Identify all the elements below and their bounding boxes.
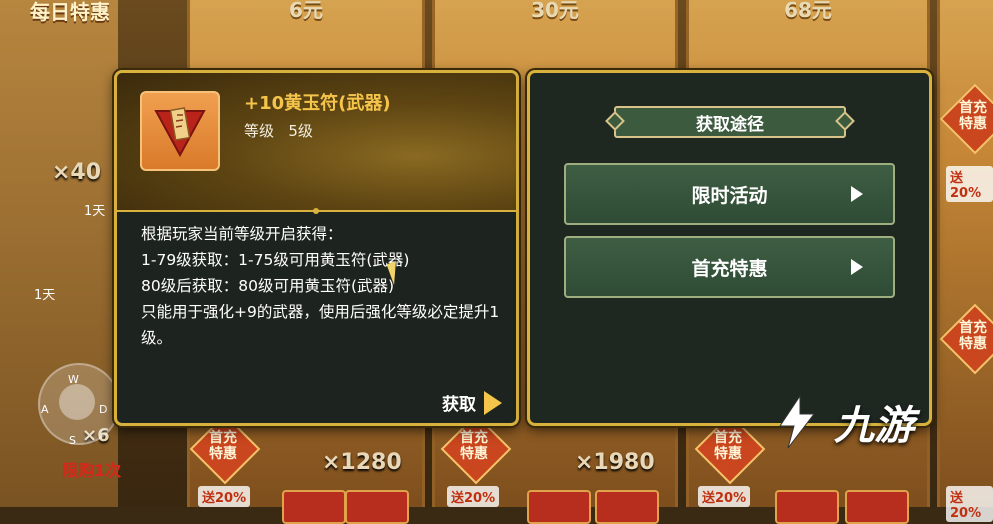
- purchase-limit-label: 限购1次: [62, 461, 122, 480]
- obtain-label: 获取: [442, 395, 476, 415]
- buy-button[interactable]: [527, 490, 591, 524]
- badge-label: 首充 特惠: [959, 320, 987, 352]
- ornament-left-icon: [605, 111, 625, 131]
- divider-ornament: [117, 208, 516, 214]
- virtual-joystick[interactable]: [38, 363, 120, 445]
- source-limited-event-button[interactable]: 限时活动: [564, 163, 895, 225]
- joystick-key-s: S: [69, 434, 76, 447]
- ornament-right-icon: [835, 111, 855, 131]
- badge-label: 首充 特惠: [714, 430, 742, 462]
- joystick-key-d: D: [99, 403, 108, 416]
- bonus-label: 送20%: [198, 486, 251, 507]
- daily-deal-title: 每日特惠: [30, 0, 110, 24]
- buy-button[interactable]: [775, 490, 839, 524]
- price-label: 30元: [531, 0, 579, 22]
- jiuyou-logo: 九游: [768, 392, 914, 452]
- bonus-label: 送20%: [946, 486, 993, 522]
- price-label: 6元: [289, 0, 323, 22]
- buy-button[interactable]: [345, 490, 409, 524]
- source-first-recharge-button[interactable]: 首充特惠: [564, 236, 895, 298]
- badge-label: 首充 特惠: [209, 430, 237, 462]
- source-title: 获取途径: [696, 114, 764, 135]
- item-quantity: ×1280: [322, 450, 402, 475]
- badge-label: 首充 特惠: [959, 100, 987, 132]
- buy-button[interactable]: [595, 490, 659, 524]
- obtain-source-panel: 获取途径 限时活动 首充特惠: [527, 70, 932, 426]
- shop-column[interactable]: [937, 0, 993, 507]
- item-header: +10黄玉符(武器) 等级 5级: [117, 73, 516, 211]
- jade-talisman-icon: [140, 91, 220, 171]
- buy-button[interactable]: [282, 490, 346, 524]
- duration-label: 1天: [34, 288, 56, 303]
- bonus-label: 送20%: [946, 166, 993, 202]
- arrow-right-icon: [851, 259, 863, 275]
- badge-label: 首充 特惠: [460, 430, 488, 462]
- level-value: 5级: [288, 122, 313, 140]
- price-label: 68元: [784, 0, 832, 22]
- item-quantity: ×1980: [575, 450, 655, 475]
- source-label: 限时活动: [691, 184, 768, 207]
- level-label: 等级: [244, 122, 275, 140]
- bonus-label: 送20%: [447, 486, 500, 507]
- arrow-right-icon: [851, 186, 863, 202]
- duration-label: 1天: [84, 204, 106, 219]
- item-detail-panel: +10黄玉符(武器) 等级 5级 根据玩家当前等级开启获得： 1-79级获取：1…: [114, 70, 519, 426]
- play-arrow-icon: [484, 390, 502, 415]
- joystick-key-a: A: [41, 403, 49, 416]
- joystick-knob[interactable]: [59, 384, 95, 420]
- source-title-plate: 获取途径: [605, 106, 855, 138]
- joystick-key-w: W: [68, 373, 79, 386]
- buy-button[interactable]: [845, 490, 909, 524]
- jiuyou-logo-icon: [779, 394, 816, 449]
- logo-text: 九游: [834, 403, 914, 449]
- bonus-label: 送20%: [698, 486, 751, 507]
- item-description: 根据玩家当前等级开启获得： 1-79级获取：1-75级可用黄玉符(武器) 80级…: [141, 225, 500, 347]
- item-level: 等级 5级: [244, 120, 313, 141]
- item-quantity: ×40: [52, 160, 102, 185]
- obtain-button[interactable]: 获取: [442, 390, 502, 415]
- source-label: 首充特惠: [691, 257, 768, 280]
- item-name: +10黄玉符(武器): [244, 93, 391, 114]
